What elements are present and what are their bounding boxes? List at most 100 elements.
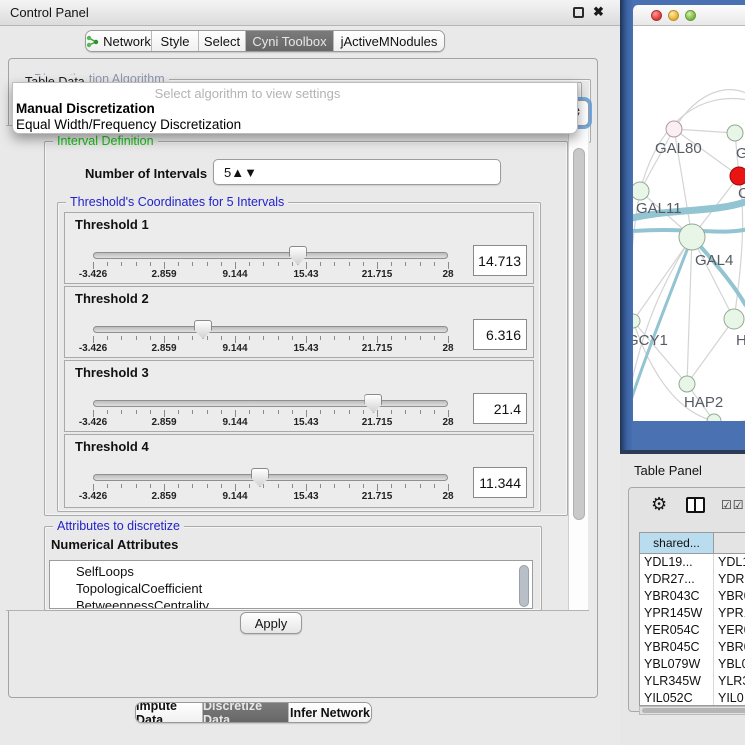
network-node-red[interactable] (730, 167, 745, 185)
tab-network[interactable]: Network (86, 31, 152, 51)
threshold-slider-track[interactable] (93, 400, 448, 407)
tick-mark (192, 484, 193, 488)
network-labels: GAL80GACGAL11GAL4GCY1HHAP2 (633, 140, 745, 411)
tick-mark (391, 262, 392, 266)
settings-scrollbar-thumb[interactable] (573, 148, 585, 520)
numerical-attributes-list[interactable]: SelfLoopsTopologicalCoefficientBetweenne… (49, 560, 533, 609)
table-row[interactable]: YDR27...YDR2 (640, 571, 745, 588)
table-header-row: shared...na (640, 533, 745, 554)
column-header[interactable]: shared... (640, 533, 714, 553)
network-node-green[interactable] (633, 182, 649, 200)
table-cell: YBR0 (714, 588, 745, 605)
split-columns-icon[interactable] (686, 497, 705, 513)
table-hscrollbar-thumb[interactable] (642, 708, 745, 713)
threshold-label: Threshold 2 (75, 291, 149, 306)
network-node-green[interactable] (679, 376, 695, 392)
threshold-value-field[interactable]: 21.4 (473, 393, 527, 424)
attributes-list-scrollbar[interactable] (519, 565, 529, 607)
tick-mark (420, 484, 421, 488)
apply-button[interactable]: Apply (240, 612, 302, 634)
tick-mark (377, 410, 378, 417)
threshold-slider-track[interactable] (93, 252, 448, 259)
table-row[interactable]: YLR345WYLR3 (640, 673, 745, 690)
table-row[interactable]: YER054CYER0 (640, 622, 745, 639)
tab-impute-data[interactable]: Impute Data (136, 703, 203, 722)
dropdown-option[interactable]: Equal Width/Frequency Discretization (16, 117, 241, 132)
table-panel-title: Table Panel (634, 463, 702, 478)
tick-mark (278, 262, 279, 266)
table-row[interactable]: YBR043CYBR0 (640, 588, 745, 605)
tab-style[interactable]: Style (152, 31, 199, 51)
network-graph: GAL80GACGAL11GAL4GCY1HHAP2 (633, 26, 745, 421)
threshold-value-field[interactable]: 11.344 (473, 467, 527, 498)
tick-mark (363, 410, 364, 414)
node-label: GCY1 (633, 332, 668, 349)
close-icon[interactable]: ✖ (593, 4, 604, 20)
tick-mark (349, 262, 350, 266)
network-window: GAL80GACGAL11GAL4GCY1HHAP2 (620, 0, 745, 450)
settings-scroll-area: Interval Definition Number of Intervals … (6, 125, 589, 611)
panel-title: Control Panel (10, 5, 89, 20)
spinner-arrows-icon: ▲▼ (231, 165, 257, 180)
threshold-value-field[interactable]: 14.713 (473, 245, 527, 276)
table-row[interactable]: YDL19...YDL1 (640, 554, 745, 571)
network-canvas[interactable]: GAL80GACGAL11GAL4GCY1HHAP2 (633, 26, 745, 421)
network-node-green[interactable] (724, 309, 744, 329)
settings-scrollbar-track[interactable] (568, 126, 588, 610)
tick-mark (306, 484, 307, 491)
network-node-green[interactable] (727, 125, 743, 141)
threshold-value-field[interactable]: 6.316 (473, 319, 527, 350)
axis-tick-label: -3.426 (71, 417, 115, 428)
tick-mark (207, 484, 208, 488)
mac-zoom-button[interactable] (685, 10, 696, 21)
tab-select[interactable]: Select (199, 31, 246, 51)
tick-mark (249, 336, 250, 340)
table-cell: YBR0 (714, 639, 745, 656)
axis-tick-label: 28 (426, 269, 470, 280)
numerical-attributes-label: Numerical Attributes (51, 537, 178, 552)
top-tabstrip: NetworkStyleSelectCyni ToolboxjActiveMNo… (85, 30, 445, 52)
column-header[interactable]: na (714, 533, 745, 553)
tick-mark (349, 336, 350, 340)
tick-mark (334, 336, 335, 340)
num-intervals-spinner[interactable]: 5 ▲▼ (213, 159, 501, 185)
table-row[interactable]: YPR145WYPR1 (640, 605, 745, 622)
threshold-slider-thumb[interactable] (194, 320, 212, 339)
threshold-panel: Threshold 4-3.4262.8599.14415.4321.71528… (64, 434, 534, 508)
tab-label: Impute Data (136, 702, 202, 723)
float-window-icon[interactable] (573, 7, 584, 18)
table-hscrollbar[interactable] (639, 706, 745, 715)
tick-mark (420, 262, 421, 266)
network-node-green[interactable] (633, 314, 640, 328)
gear-icon[interactable]: ⚙ (651, 494, 667, 515)
table-row[interactable]: YBR045CYBR0 (640, 639, 745, 656)
table-row[interactable]: YBL079WYBL0 (640, 656, 745, 673)
threshold-panel: Threshold 2-3.4262.8599.14415.4321.71528… (64, 286, 534, 358)
tick-mark (391, 336, 392, 340)
attribute-list-item[interactable]: BetweennessCentrality (50, 597, 532, 609)
threshold-slider-thumb[interactable] (251, 468, 269, 487)
tab-cyni-toolbox[interactable]: Cyni Toolbox (246, 31, 334, 51)
checkboxes-icon[interactable]: ☑☑ (721, 498, 745, 512)
network-window-titlebar[interactable] (633, 5, 745, 26)
tab-jactivemnodules[interactable]: jActiveMNodules (334, 31, 444, 51)
table-row[interactable]: YIL052CYIL0 (640, 690, 745, 706)
tab-infer-network[interactable]: Infer Network (289, 703, 371, 722)
tick-mark (349, 410, 350, 414)
mac-close-button[interactable] (651, 10, 662, 21)
attribute-list-item[interactable]: SelfLoops (50, 563, 532, 580)
mac-minimize-button[interactable] (668, 10, 679, 21)
tick-mark (192, 336, 193, 340)
network-node-pink[interactable] (666, 121, 682, 137)
dropdown-option[interactable]: Manual Discretization (16, 101, 155, 116)
threshold-slider-track[interactable] (93, 474, 448, 481)
axis-tick-label: 21.715 (355, 491, 399, 502)
threshold-slider-track[interactable] (93, 326, 448, 333)
tick-mark (391, 410, 392, 414)
axis-tick-label: 21.715 (355, 417, 399, 428)
tick-mark (363, 484, 364, 488)
attribute-list-item[interactable]: TopologicalCoefficient (50, 580, 532, 597)
threshold-slider-thumb[interactable] (364, 394, 382, 413)
network-node-green[interactable] (679, 224, 705, 250)
tab-discretize-data[interactable]: Discretize Data (203, 703, 289, 722)
